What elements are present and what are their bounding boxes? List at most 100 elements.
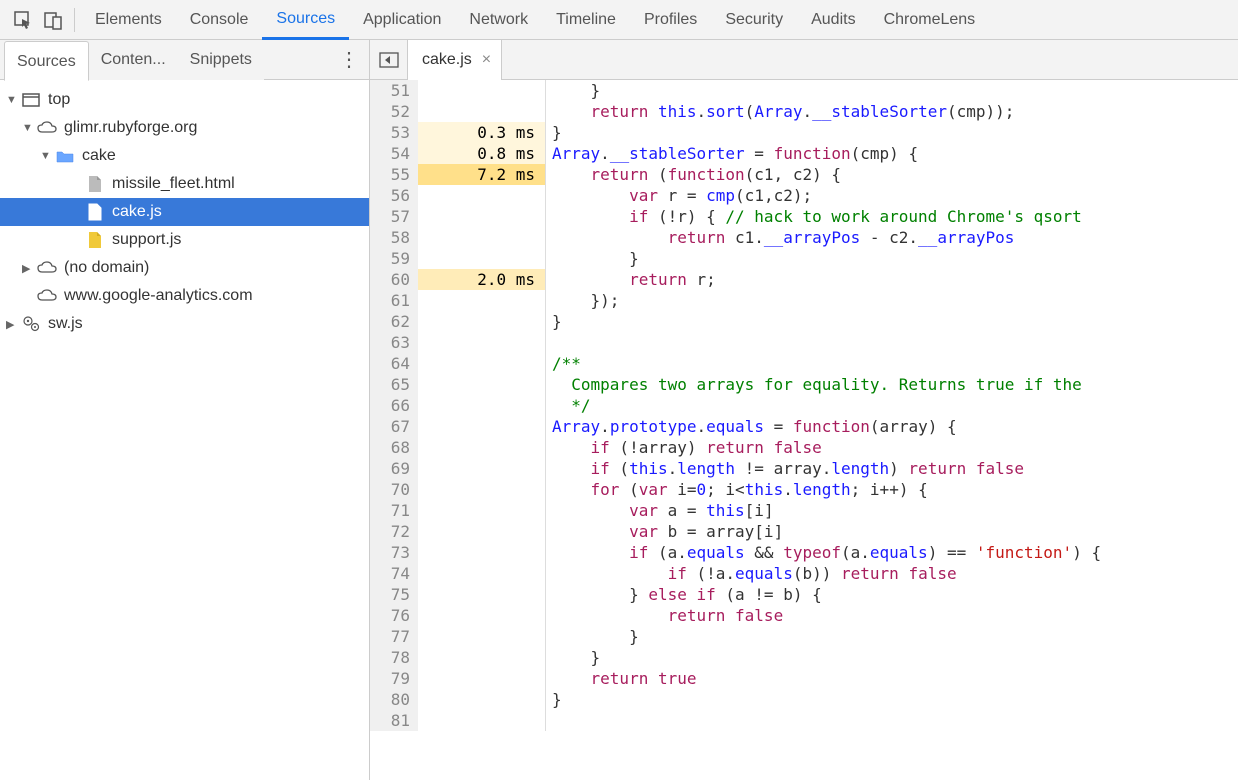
- line-number[interactable]: 61: [370, 290, 418, 311]
- line-number[interactable]: 76: [370, 605, 418, 626]
- code-line[interactable]: } else if (a != b) {: [552, 584, 1101, 605]
- code-line[interactable]: return (function(c1, c2) {: [552, 164, 1101, 185]
- code-line[interactable]: var b = array[i]: [552, 521, 1101, 542]
- code-line[interactable]: if (!a.equals(b)) return false: [552, 563, 1101, 584]
- code-line[interactable]: if (!array) return false: [552, 437, 1101, 458]
- line-number[interactable]: 51: [370, 80, 418, 101]
- code-line[interactable]: return this.sort(Array.__stableSorter(cm…: [552, 101, 1101, 122]
- code-line[interactable]: /**: [552, 353, 1101, 374]
- line-number[interactable]: 52: [370, 101, 418, 122]
- line-number[interactable]: 75: [370, 584, 418, 605]
- line-number[interactable]: 55: [370, 164, 418, 185]
- top-tab-audits[interactable]: Audits: [797, 0, 869, 40]
- code-line[interactable]: return c1.__arrayPos - c2.__arrayPos: [552, 227, 1101, 248]
- sidebar-more-icon[interactable]: ⋮: [339, 47, 359, 72]
- tree-file-cakejs[interactable]: cake.js: [0, 198, 369, 226]
- code-line[interactable]: Compares two arrays for equality. Return…: [552, 374, 1101, 395]
- code-line[interactable]: }: [552, 647, 1101, 668]
- tree-sw[interactable]: ▶ sw.js: [0, 310, 369, 338]
- code-line[interactable]: }: [552, 248, 1101, 269]
- line-timing: [418, 542, 546, 563]
- sidebar-tab-snippets[interactable]: Snippets: [178, 40, 264, 80]
- code-line[interactable]: if (a.equals && typeof(a.equals) == 'fun…: [552, 542, 1101, 563]
- line-number[interactable]: 53: [370, 122, 418, 143]
- code-area[interactable]: 5152530.3 ms540.8 ms557.2 ms56575859602.…: [370, 80, 1238, 780]
- code-line[interactable]: return false: [552, 605, 1101, 626]
- top-tab-network[interactable]: Network: [455, 0, 542, 40]
- top-tab-application[interactable]: Application: [349, 0, 455, 40]
- code-line[interactable]: }: [552, 689, 1101, 710]
- tree-nodomain[interactable]: ▶ (no domain): [0, 254, 369, 282]
- code-line[interactable]: }: [552, 626, 1101, 647]
- top-tab-timeline[interactable]: Timeline: [542, 0, 630, 40]
- line-number[interactable]: 73: [370, 542, 418, 563]
- line-number[interactable]: 74: [370, 563, 418, 584]
- code-line[interactable]: Array.prototype.equals = function(array)…: [552, 416, 1101, 437]
- top-tab-profiles[interactable]: Profiles: [630, 0, 711, 40]
- line-number[interactable]: 60: [370, 269, 418, 290]
- top-tab-elements[interactable]: Elements: [81, 0, 176, 40]
- line-number[interactable]: 70: [370, 479, 418, 500]
- line-number[interactable]: 72: [370, 521, 418, 542]
- line-number[interactable]: 58: [370, 227, 418, 248]
- line-number[interactable]: 64: [370, 353, 418, 374]
- top-tab-chromelens[interactable]: ChromeLens: [870, 0, 990, 40]
- code-line[interactable]: return r;: [552, 269, 1101, 290]
- line-number[interactable]: 68: [370, 437, 418, 458]
- line-number[interactable]: 54: [370, 143, 418, 164]
- line-timing: [418, 374, 546, 395]
- line-number[interactable]: 66: [370, 395, 418, 416]
- code-line[interactable]: for (var i=0; i<this.length; i++) {: [552, 479, 1101, 500]
- line-number[interactable]: 57: [370, 206, 418, 227]
- code-line[interactable]: Array.__stableSorter = function(cmp) {: [552, 143, 1101, 164]
- code-line[interactable]: if (!r) { // hack to work around Chrome'…: [552, 206, 1101, 227]
- tree-domain[interactable]: ▼ glimr.rubyforge.org: [0, 114, 369, 142]
- code-line[interactable]: var a = this[i]: [552, 500, 1101, 521]
- sidebar-tab-sources[interactable]: Sources: [4, 41, 89, 81]
- tree-file-html[interactable]: missile_fleet.html: [0, 170, 369, 198]
- top-tab-sources[interactable]: Sources: [262, 0, 349, 40]
- line-number[interactable]: 65: [370, 374, 418, 395]
- line-number[interactable]: 81: [370, 710, 418, 731]
- tree-ga[interactable]: www.google-analytics.com: [0, 282, 369, 310]
- top-tab-console[interactable]: Console: [176, 0, 263, 40]
- line-number[interactable]: 63: [370, 332, 418, 353]
- gutter: 5152530.3 ms540.8 ms557.2 ms56575859602.…: [370, 80, 546, 780]
- line-number[interactable]: 67: [370, 416, 418, 437]
- line-number[interactable]: 77: [370, 626, 418, 647]
- line-number[interactable]: 78: [370, 647, 418, 668]
- code-content[interactable]: } return this.sort(Array.__stableSorter(…: [546, 80, 1101, 780]
- line-number[interactable]: 59: [370, 248, 418, 269]
- line-number[interactable]: 80: [370, 689, 418, 710]
- code-line[interactable]: return true: [552, 668, 1101, 689]
- editor-tab-cakejs[interactable]: cake.js ×: [408, 40, 502, 80]
- close-icon[interactable]: ×: [482, 51, 491, 69]
- code-line[interactable]: }: [552, 80, 1101, 101]
- top-tab-security[interactable]: Security: [711, 0, 797, 40]
- code-line[interactable]: [552, 332, 1101, 353]
- tree-folder[interactable]: ▼ cake: [0, 142, 369, 170]
- code-line[interactable]: }: [552, 122, 1101, 143]
- navigator-toggle-icon[interactable]: [370, 40, 408, 80]
- tree-file-supportjs[interactable]: support.js: [0, 226, 369, 254]
- line-number[interactable]: 71: [370, 500, 418, 521]
- code-line[interactable]: var r = cmp(c1,c2);: [552, 185, 1101, 206]
- line-number[interactable]: 79: [370, 668, 418, 689]
- device-toggle-icon[interactable]: [38, 0, 68, 40]
- sidebar-tab-conten[interactable]: Conten...: [89, 40, 178, 80]
- code-line[interactable]: });: [552, 290, 1101, 311]
- file-icon: [84, 201, 106, 223]
- tree-label: cake.js: [112, 203, 162, 221]
- line-number[interactable]: 56: [370, 185, 418, 206]
- line-timing: 7.2 ms: [418, 164, 546, 185]
- line-number[interactable]: 69: [370, 458, 418, 479]
- code-line[interactable]: if (this.length != array.length) return …: [552, 458, 1101, 479]
- tree-top[interactable]: ▼ top: [0, 86, 369, 114]
- code-line[interactable]: */: [552, 395, 1101, 416]
- code-line[interactable]: }: [552, 311, 1101, 332]
- inspect-element-icon[interactable]: [8, 0, 38, 40]
- cloud-icon: [36, 117, 58, 139]
- code-line[interactable]: [552, 710, 1101, 731]
- tree-label: sw.js: [48, 315, 83, 333]
- line-number[interactable]: 62: [370, 311, 418, 332]
